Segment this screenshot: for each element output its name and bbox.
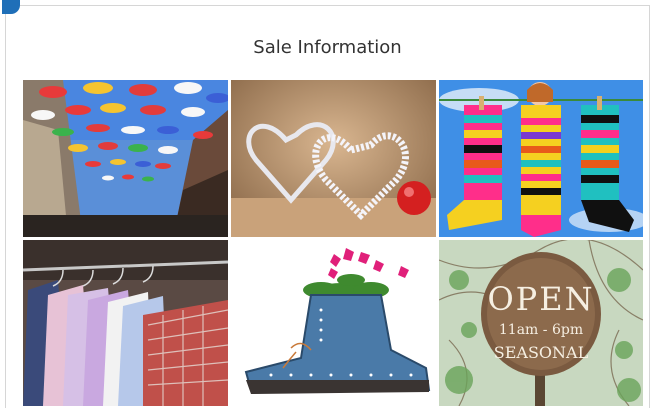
umbrellas-street-image <box>23 80 228 237</box>
crystal-hearts-photo[interactable] <box>231 80 436 237</box>
sale-information-panel: Sale Information OPEN 11am - 6pm SEASONA… <box>2 0 650 408</box>
photo-gallery: OPEN 11am - 6pm SEASONAL <box>23 80 643 406</box>
striped-socks-photo[interactable] <box>439 80 643 237</box>
umbrellas-street-photo[interactable] <box>23 80 228 237</box>
crystal-hearts-image <box>231 80 436 237</box>
sign-seasonal-text: SEASONAL <box>494 343 589 362</box>
sign-open-text: OPEN <box>487 280 594 318</box>
shirts-rack-photo[interactable] <box>23 240 228 406</box>
striped-socks-image <box>439 80 643 237</box>
boot-flowerpot-image <box>231 240 436 406</box>
open-sign-image: OPEN 11am - 6pm SEASONAL <box>439 240 643 406</box>
shirts-rack-image <box>23 240 228 406</box>
boot-flowerpot-photo[interactable] <box>231 240 436 406</box>
open-sign-photo[interactable]: OPEN 11am - 6pm SEASONAL <box>439 240 643 406</box>
corner-badge-icon <box>2 0 20 14</box>
page-title: Sale Information <box>253 37 402 58</box>
sign-hours-text: 11am - 6pm <box>499 322 583 338</box>
